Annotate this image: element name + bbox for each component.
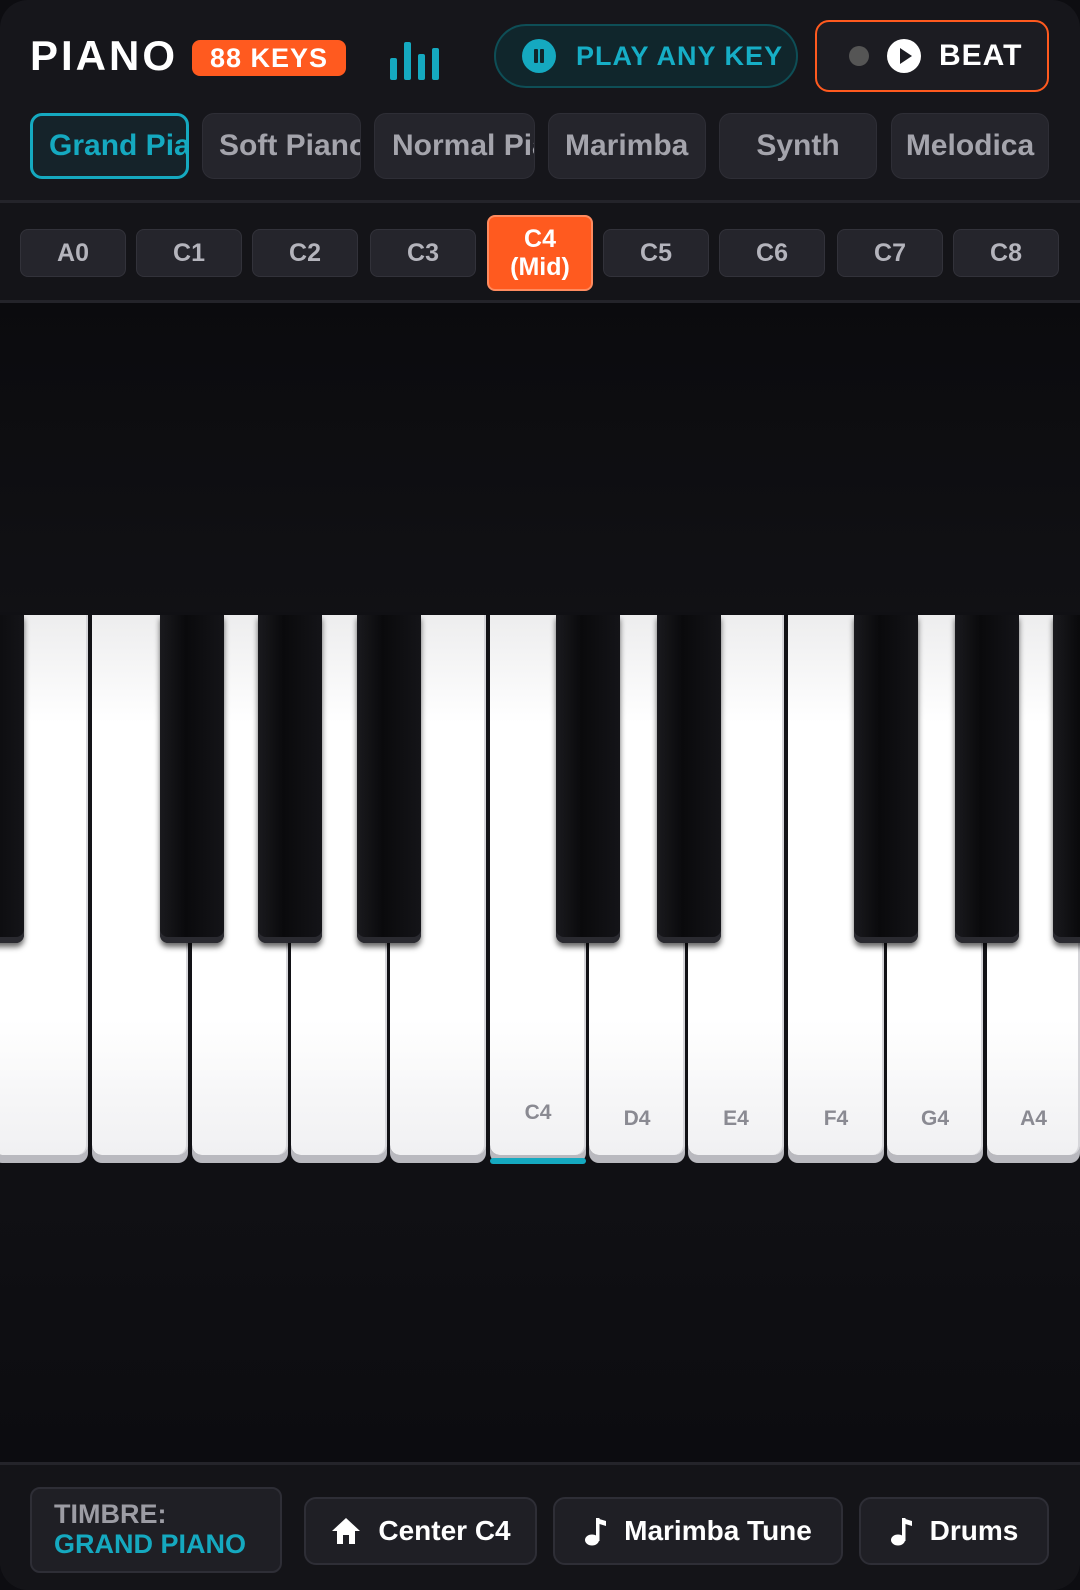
- tab-normal-piano[interactable]: Normal Piano: [374, 113, 535, 179]
- octave-c7[interactable]: C7: [837, 229, 943, 277]
- octave-c1[interactable]: C1: [136, 229, 242, 277]
- app-title: PIANO: [30, 32, 179, 79]
- marimba-tune-button[interactable]: Marimba Tune: [553, 1497, 843, 1565]
- keyboard-stage: C4 D4 E4 F4 G4 A4: [0, 303, 1080, 1463]
- music-note-icon: [890, 1518, 912, 1546]
- timbre-label: TIMBRE:: [54, 1499, 167, 1529]
- key-label: G4: [920, 1107, 949, 1130]
- key-label: A4: [1020, 1107, 1047, 1130]
- drums-label: Drums: [929, 1515, 1019, 1546]
- music-note-icon: [585, 1518, 607, 1546]
- octave-label: C4: [524, 225, 556, 253]
- timbre-value: GRAND PIANO: [54, 1529, 247, 1559]
- tab-label: Normal Piano: [392, 129, 534, 162]
- octave-c8[interactable]: C8: [953, 229, 1059, 277]
- black-key-d-sharp-4[interactable]: [657, 615, 721, 943]
- instrument-tabs: Grand Piano Soft Piano Normal Piano Mari…: [0, 110, 1080, 182]
- octave-label: A0: [57, 238, 89, 267]
- key-label: E4: [723, 1107, 749, 1130]
- center-c4-button[interactable]: Center C4: [304, 1497, 537, 1565]
- beat-button[interactable]: BEAT: [815, 20, 1049, 92]
- octave-label: C5: [640, 238, 672, 267]
- home-icon: [332, 1518, 361, 1544]
- footer-toolbar: TIMBRE: GRAND PIANO Center C4 Marimba Tu…: [0, 1462, 1080, 1590]
- octave-label: C6: [756, 238, 788, 267]
- tab-soft-piano[interactable]: Soft Piano: [202, 113, 361, 179]
- black-key-g-sharp-4[interactable]: [955, 615, 1019, 943]
- tab-marimba[interactable]: Marimba: [548, 113, 706, 179]
- center-c4-label: Center C4: [378, 1515, 511, 1546]
- tab-melodica[interactable]: Melodica: [891, 113, 1049, 179]
- octave-label: C3: [407, 238, 439, 267]
- black-key[interactable]: [0, 615, 24, 943]
- octave-c5[interactable]: C5: [603, 229, 709, 277]
- black-key[interactable]: [258, 615, 322, 943]
- header: PIANO 88 KEYS PLAY ANY KEY BEAT: [0, 0, 1080, 100]
- key-label: C4: [524, 1101, 552, 1124]
- timbre-display: TIMBRE: GRAND PIANO: [30, 1487, 282, 1573]
- key-label: F4: [823, 1107, 849, 1130]
- octave-label: C7: [874, 238, 906, 267]
- marimba-tune-label: Marimba Tune: [624, 1515, 812, 1546]
- play-icon: [887, 39, 921, 73]
- play-any-key-button[interactable]: PLAY ANY KEY: [494, 24, 798, 88]
- tab-label: Soft Piano: [219, 129, 361, 162]
- pause-icon: [522, 39, 556, 73]
- black-key-f-sharp-4[interactable]: [854, 615, 918, 943]
- black-key[interactable]: [357, 615, 421, 943]
- octave-sublabel: (Mid): [510, 253, 570, 281]
- black-key-a-sharp-4[interactable]: [1053, 615, 1080, 943]
- octave-c6[interactable]: C6: [719, 229, 825, 277]
- octave-c2[interactable]: C2: [252, 229, 358, 277]
- octave-a0[interactable]: A0: [20, 229, 126, 277]
- octave-selector: A0 C1 C2 C3 C4 (Mid) C5 C6 C7 C8: [0, 203, 1080, 301]
- key-label: D4: [623, 1107, 651, 1130]
- octave-c3[interactable]: C3: [370, 229, 476, 277]
- tab-grand-piano[interactable]: Grand Piano: [30, 113, 189, 179]
- piano-app: PIANO 88 KEYS PLAY ANY KEY BEAT Grand Pi…: [0, 0, 1080, 1590]
- equalizer-icon[interactable]: [390, 38, 446, 82]
- tab-synth[interactable]: Synth: [719, 113, 877, 179]
- tab-label: Synth: [756, 129, 840, 162]
- record-dot-icon: [849, 46, 869, 66]
- keys-badge: 88 KEYS: [192, 40, 346, 76]
- black-key[interactable]: [160, 615, 224, 943]
- drums-button[interactable]: Drums: [859, 1497, 1049, 1565]
- tab-label: Grand Piano: [49, 129, 186, 162]
- octave-label: C2: [289, 238, 321, 267]
- piano-keyboard: C4 D4 E4 F4 G4 A4: [0, 615, 1080, 1165]
- octave-label: C1: [173, 238, 205, 267]
- play-any-key-label: PLAY ANY KEY: [576, 40, 784, 71]
- active-key-indicator: [490, 1158, 586, 1164]
- tab-label: Melodica: [905, 129, 1035, 162]
- black-key-c-sharp-4[interactable]: [556, 615, 620, 943]
- beat-label: BEAT: [939, 39, 1023, 72]
- octave-label: C8: [990, 238, 1022, 267]
- octave-c4-mid[interactable]: C4 (Mid): [487, 215, 593, 291]
- tab-label: Marimba: [565, 129, 689, 162]
